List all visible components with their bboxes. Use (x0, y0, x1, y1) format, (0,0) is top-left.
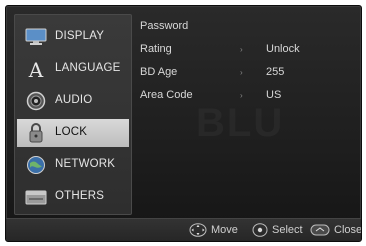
menu-item-label: OTHERS (55, 190, 105, 202)
select-label: Select (272, 224, 303, 236)
close-hint: Close (310, 223, 362, 237)
area-code-row[interactable]: Area Code › US (140, 89, 350, 105)
chevron-right-icon: › (240, 68, 243, 77)
menu-item-label: DISPLAY (55, 30, 105, 42)
menu-item-label: LOCK (55, 126, 88, 138)
home-button-icon (310, 224, 330, 236)
move-hint: Move (189, 223, 238, 237)
bd-age-value: 255 (266, 66, 285, 78)
menu-item-label: LANGUAGE (55, 62, 121, 74)
menu-item-label: NETWORK (55, 158, 116, 170)
bd-age-row[interactable]: BD Age › 255 (140, 66, 350, 82)
others-icon (25, 187, 47, 207)
svg-text:A: A (28, 59, 44, 79)
rating-row[interactable]: Rating › Unlock (140, 43, 350, 59)
setup-panel: DISPLAY A LANGUAGE AUDIO LOCK NETWORK OT… (5, 5, 362, 242)
menu-item-network[interactable]: NETWORK (17, 151, 129, 179)
setup-menu: DISPLAY A LANGUAGE AUDIO LOCK NETWORK OT… (14, 14, 132, 215)
directional-pad-icon (189, 223, 207, 237)
audio-icon (25, 91, 47, 111)
menu-item-language[interactable]: A LANGUAGE (17, 55, 129, 83)
chevron-right-icon: › (240, 91, 243, 100)
menu-item-audio[interactable]: AUDIO (17, 87, 129, 115)
close-label: Close (334, 224, 362, 236)
password-row[interactable]: Password (140, 20, 350, 36)
screen: DISPLAY A LANGUAGE AUDIO LOCK NETWORK OT… (0, 0, 366, 246)
menu-item-lock[interactable]: LOCK (17, 119, 129, 147)
area-code-label: Area Code (140, 89, 193, 101)
select-hint: Select (252, 223, 303, 237)
enter-button-icon (252, 223, 268, 237)
display-icon (25, 27, 47, 47)
lock-icon (25, 123, 47, 143)
menu-item-display[interactable]: DISPLAY (17, 23, 129, 51)
footer-hints: Move Select Close (6, 218, 362, 241)
move-label: Move (211, 224, 238, 236)
bd-age-label: BD Age (140, 66, 178, 78)
menu-item-label: AUDIO (55, 94, 93, 106)
network-icon (25, 155, 47, 175)
language-icon: A (25, 59, 47, 79)
menu-item-others[interactable]: OTHERS (17, 183, 129, 211)
rating-value: Unlock (266, 43, 300, 55)
chevron-right-icon: › (240, 45, 243, 54)
lock-settings: Password Rating › Unlock BD Age › 255 Ar… (140, 18, 350, 118)
password-label: Password (140, 20, 189, 32)
rating-label: Rating (140, 43, 172, 55)
area-code-value: US (266, 89, 282, 101)
